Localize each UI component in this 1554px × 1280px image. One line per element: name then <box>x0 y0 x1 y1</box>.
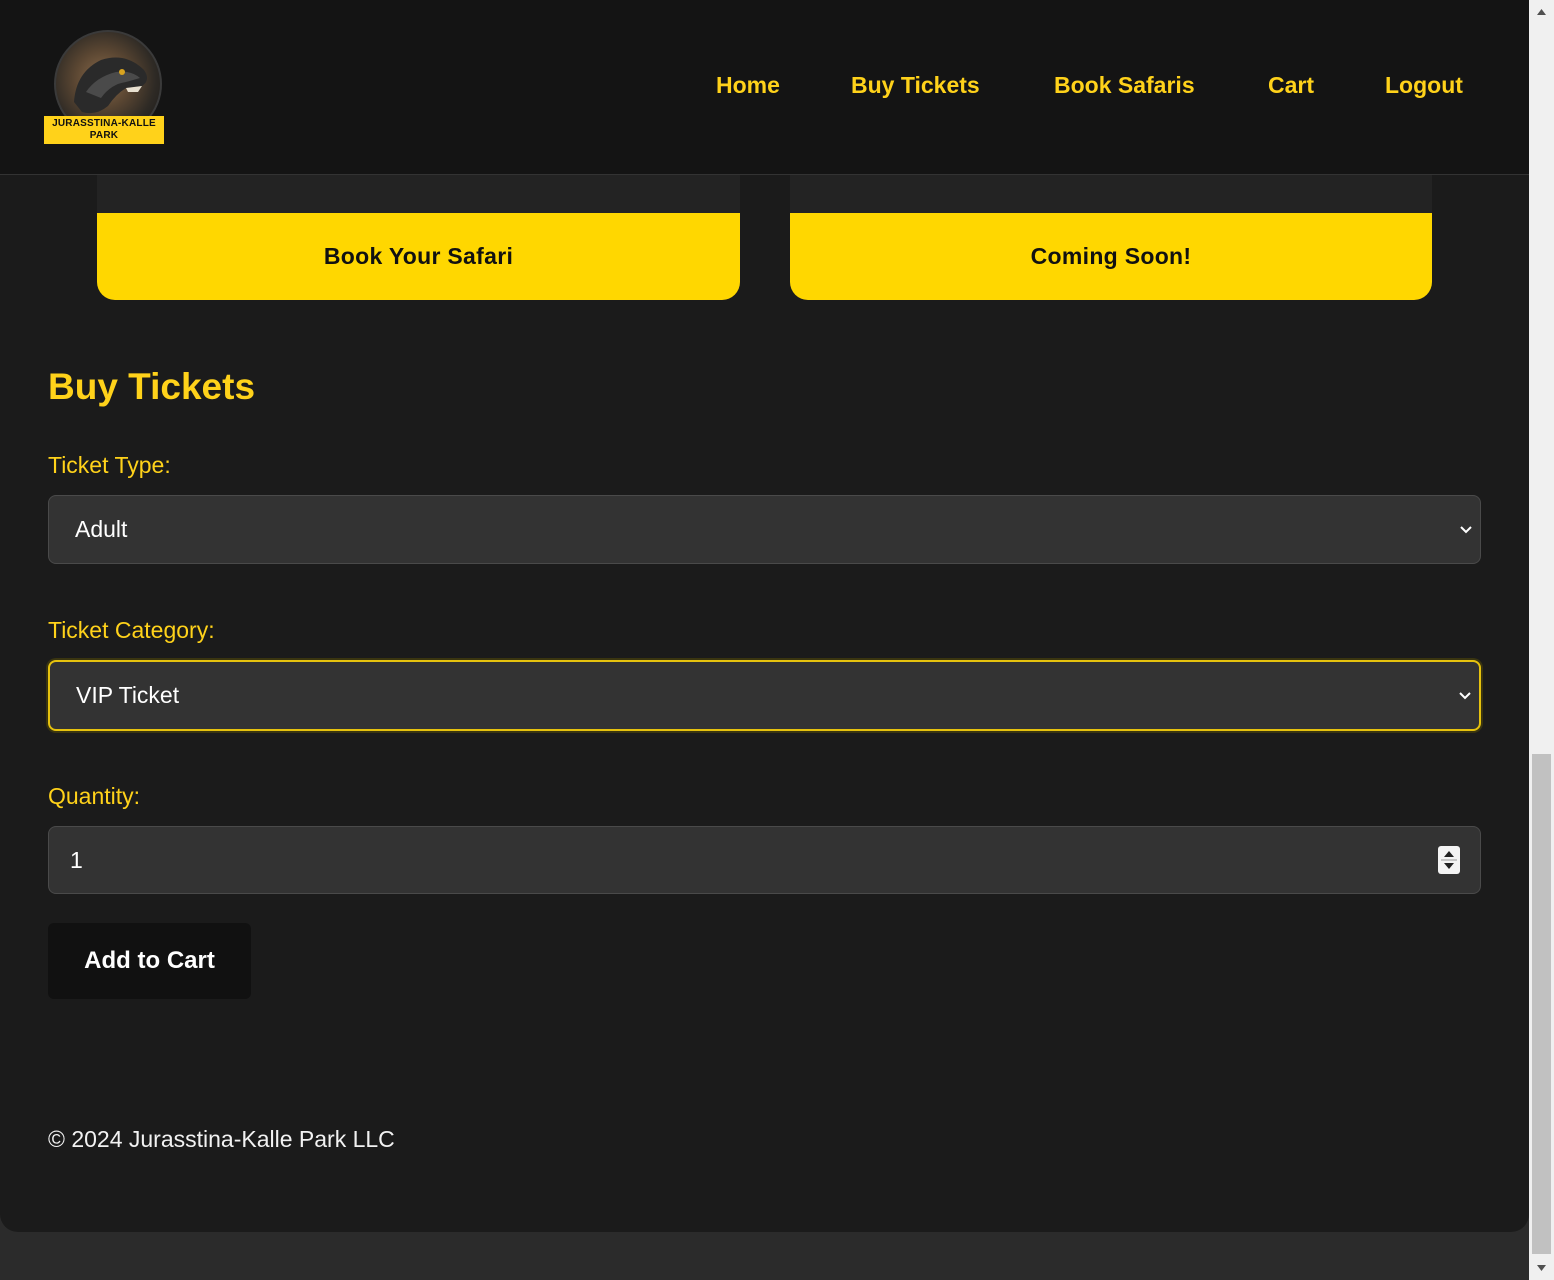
number-spinner-icon <box>1441 851 1457 869</box>
chevron-down-icon <box>1459 691 1471 699</box>
ticket-type-label: Ticket Type: <box>48 452 171 478</box>
nav-cart[interactable]: Cart <box>1268 72 1314 99</box>
nav-buy-tickets[interactable]: Buy Tickets <box>851 72 980 99</box>
vertical-scrollbar[interactable] <box>1529 0 1554 1280</box>
logo-banner: JURASSTINA-KALLE PARK <box>44 116 164 144</box>
form-title: Buy Tickets <box>48 366 256 407</box>
quantity-stepper[interactable] <box>1438 846 1460 874</box>
quantity-value: 1 <box>70 846 83 873</box>
main-nav: Home Buy Tickets Book Safaris Cart Logou… <box>0 72 1529 102</box>
chevron-down-icon <box>1460 525 1472 533</box>
nav-logout[interactable]: Logout <box>1385 72 1463 99</box>
quantity-input[interactable]: 1 <box>48 826 1481 894</box>
ticket-category-label: Ticket Category: <box>48 617 215 643</box>
scrollbar-thumb[interactable] <box>1532 754 1551 1254</box>
coming-soon-button[interactable]: Coming Soon! <box>790 213 1432 300</box>
nav-home[interactable]: Home <box>716 72 780 99</box>
quantity-label: Quantity: <box>48 783 141 809</box>
scroll-up-arrow-icon[interactable] <box>1529 0 1554 22</box>
ticket-type-value: Adult <box>75 516 128 542</box>
page: JURASSTINA-KALLE PARK Home Buy Tickets B… <box>0 0 1529 1232</box>
ticket-category-select[interactable]: VIP Ticket <box>48 660 1481 731</box>
add-to-cart-button[interactable]: Add to Cart <box>48 923 251 999</box>
book-safari-button[interactable]: Book Your Safari <box>97 213 740 300</box>
footer-copyright: © 2024 Jurasstina-Kalle Park LLC <box>48 1126 395 1152</box>
ticket-type-select[interactable]: Adult <box>48 495 1481 564</box>
scroll-down-arrow-icon[interactable] <box>1529 1258 1554 1280</box>
site-header: JURASSTINA-KALLE PARK Home Buy Tickets B… <box>0 0 1529 175</box>
ticket-category-value: VIP Ticket <box>76 682 180 708</box>
nav-book-safaris[interactable]: Book Safaris <box>1054 72 1195 99</box>
